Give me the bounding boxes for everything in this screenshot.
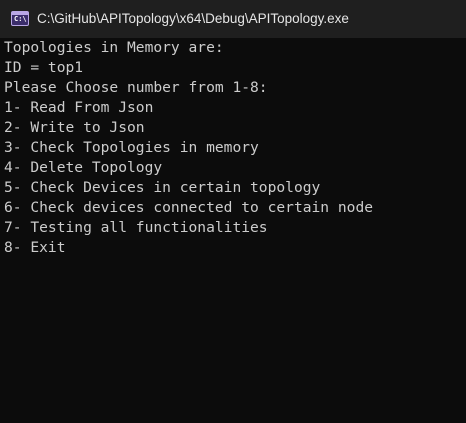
- menu-option-check-connected-devices: 6- Check devices connected to certain no…: [4, 199, 374, 216]
- title-bar[interactable]: C:\ C:\GitHub\APITopology\x64\Debug\APIT…: [0, 0, 466, 38]
- console-output[interactable]: Topologies in Memory are: ID = top1 Plea…: [0, 38, 466, 423]
- menu-option-testing: 7- Testing all functionalities: [4, 219, 268, 236]
- console-line-prompt: Please Choose number from 1-8:: [4, 79, 268, 96]
- menu-option-delete-topology: 4- Delete Topology: [4, 159, 163, 176]
- console-line-topology-id: ID = top1: [4, 59, 84, 76]
- console-app-icon[interactable]: C:\: [11, 11, 29, 26]
- menu-option-check-topologies: 3- Check Topologies in memory: [4, 139, 259, 156]
- menu-option-write-json: 2- Write to Json: [4, 119, 145, 136]
- console-icon-glyph: C:\: [14, 15, 27, 23]
- menu-option-check-devices: 5- Check Devices in certain topology: [4, 179, 321, 196]
- menu-option-exit: 8- Exit: [4, 239, 66, 256]
- window-title: C:\GitHub\APITopology\x64\Debug\APITopol…: [37, 11, 349, 26]
- console-line-header: Topologies in Memory are:: [4, 39, 224, 56]
- menu-option-read-json: 1- Read From Json: [4, 99, 154, 116]
- console-window: C:\ C:\GitHub\APITopology\x64\Debug\APIT…: [0, 0, 466, 423]
